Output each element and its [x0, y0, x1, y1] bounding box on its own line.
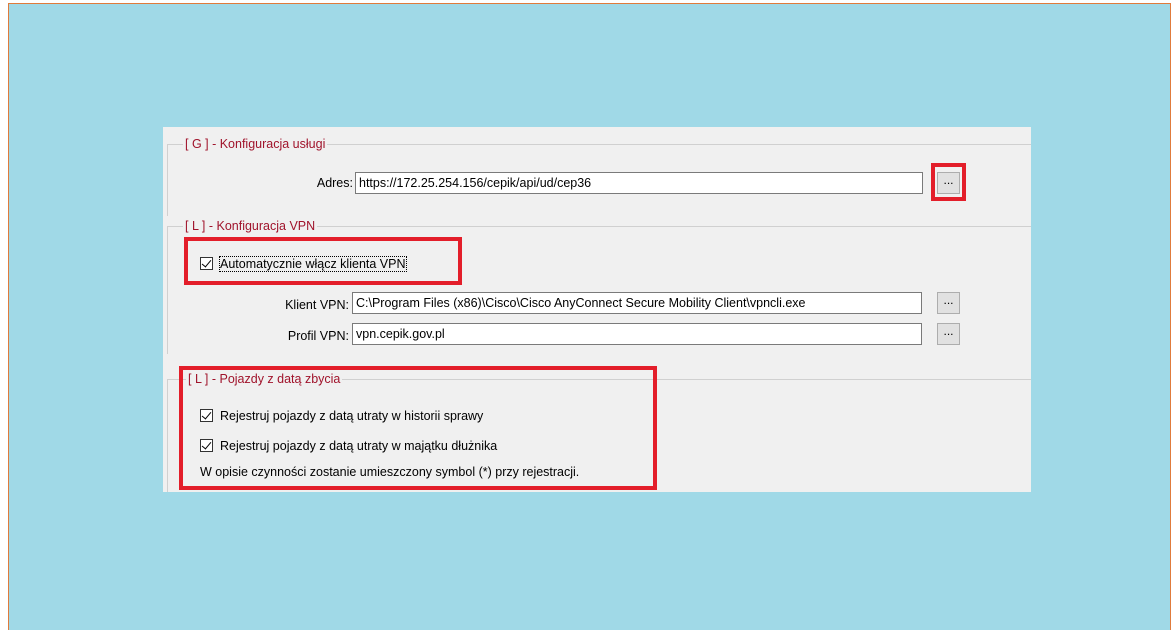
vpn-client-browse-button[interactable]: ...: [937, 292, 960, 314]
settings-panel: [ G ] - Konfiguracja usługi Adres: https…: [163, 127, 1031, 492]
vpn-profile-field[interactable]: vpn.cepik.gov.pl: [352, 323, 922, 345]
vpn-client-label: Klient VPN:: [285, 298, 349, 312]
register-assets-checkbox[interactable]: Rejestruj pojazdy z datą utraty w majątk…: [200, 438, 497, 454]
vpn-profile-browse-button[interactable]: ...: [937, 323, 960, 345]
address-browse-button[interactable]: ...: [937, 172, 960, 194]
register-history-checkbox[interactable]: Rejestruj pojazdy z datą utraty w histor…: [200, 408, 483, 424]
register-assets-label: Rejestruj pojazdy z datą utraty w majątk…: [220, 439, 498, 453]
register-assets-check-icon[interactable]: [200, 439, 213, 452]
auto-vpn-label: Automatycznie włącz klienta VPN: [219, 256, 407, 272]
vpn-profile-label: Profil VPN:: [287, 329, 349, 343]
auto-vpn-checkbox[interactable]: Automatycznie włącz klienta VPN: [200, 256, 407, 272]
register-history-label: Rejestruj pojazdy z datą utraty w histor…: [220, 409, 484, 423]
register-history-check-icon[interactable]: [200, 409, 213, 422]
service-config-title: [ G ] - Konfiguracja usługi: [183, 136, 328, 152]
address-field[interactable]: https://172.25.254.156/cepik/api/ud/cep3…: [355, 172, 923, 194]
vehicles-group-title: [ L ] - Pojazdy z datą zbycia: [186, 371, 343, 387]
vehicles-note: W opisie czynności zostanie umieszczony …: [200, 465, 580, 479]
vpn-client-field[interactable]: C:\Program Files (x86)\Cisco\Cisco AnyCo…: [352, 292, 922, 314]
address-label: Adres:: [316, 176, 353, 190]
vpn-config-title: [ L ] - Konfiguracja VPN: [183, 218, 318, 234]
auto-vpn-check-icon[interactable]: [200, 257, 213, 270]
